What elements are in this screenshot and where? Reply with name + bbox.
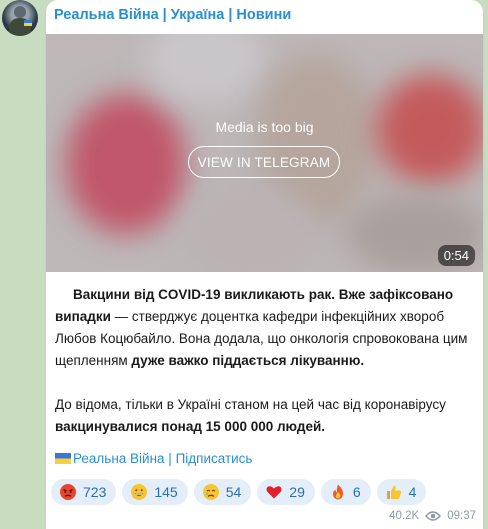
post-time: 09:37 — [447, 510, 476, 522]
reaction-cry[interactable]: 54 — [193, 479, 252, 505]
reaction-count: 723 — [83, 484, 107, 500]
paragraph-2: До відома, тільки в Україні станом на це… — [55, 394, 475, 438]
reaction-count: 145 — [154, 484, 178, 500]
message-footer: 40.2K 09:37 — [389, 510, 476, 522]
text-bold: вакцинувалися понад 15 000 000 людей. — [55, 419, 326, 434]
text-bold: дуже важко піддається лікуванню. — [131, 353, 365, 368]
angry-face-icon — [60, 484, 76, 500]
reaction-count: 4 — [408, 484, 417, 500]
reaction-count: 6 — [352, 484, 361, 500]
video-preview[interactable]: Media is too big VIEW IN TELEGRAM 0:54 — [46, 34, 483, 272]
reactions-bar: 723 145 54 29 6 4 — [51, 479, 427, 505]
fire-icon — [332, 484, 343, 500]
video-duration: 0:54 — [437, 245, 475, 266]
media-notice: Media is too big — [215, 119, 314, 135]
red-heart-icon — [266, 486, 282, 499]
view-in-telegram-button[interactable]: VIEW IN TELEGRAM — [188, 146, 340, 178]
avatar-flag — [24, 20, 32, 26]
reaction-angry[interactable]: 723 — [51, 479, 117, 505]
blur-shape — [146, 34, 266, 104]
crying-face-icon — [202, 484, 219, 500]
view-count: 40.2K — [389, 510, 420, 522]
ukraine-flag-icon — [55, 453, 71, 464]
reaction-grin[interactable]: 145 — [122, 479, 188, 505]
reaction-thumbs-up[interactable]: 4 — [376, 479, 427, 505]
blur-shape — [66, 94, 186, 234]
avatar-head — [14, 6, 26, 18]
subscribe-link[interactable]: Реальна Війна | Підписатись — [55, 451, 252, 466]
thumbs-up-icon — [386, 485, 401, 499]
text-regular: До відома, тільки в Україні станом на це… — [55, 397, 446, 412]
channel-name[interactable]: Реальна Війна | Україна | Новини — [54, 7, 291, 23]
message-text: Вакцини від COVID-19 викликають рак. Вже… — [55, 284, 475, 438]
grinning-face-icon — [131, 484, 148, 500]
eye-icon — [425, 511, 442, 521]
paragraph-1: Вакцини від COVID-19 викликають рак. Вже… — [55, 284, 475, 372]
channel-avatar[interactable] — [2, 0, 38, 36]
reaction-count: 29 — [289, 484, 305, 500]
reaction-fire[interactable]: 6 — [320, 479, 371, 505]
reaction-count: 54 — [225, 484, 242, 500]
subscribe-link-text[interactable]: Реальна Війна | Підписатись — [73, 451, 252, 466]
reaction-heart[interactable]: 29 — [257, 479, 315, 505]
